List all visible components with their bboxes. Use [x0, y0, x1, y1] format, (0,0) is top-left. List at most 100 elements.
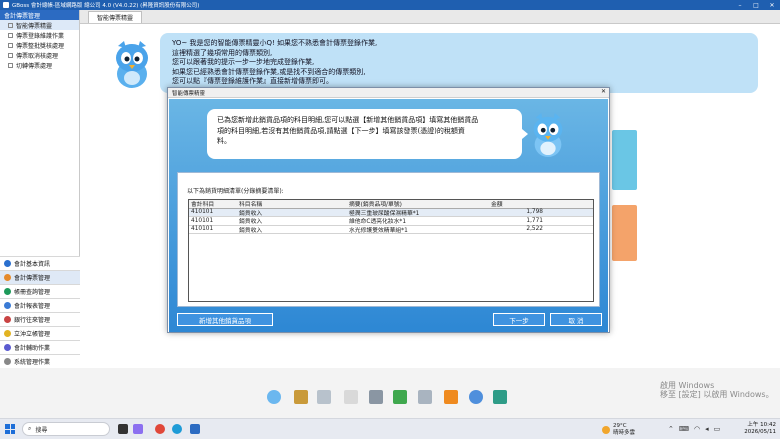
clock-date: 2026/05/11	[744, 429, 776, 435]
cell-code: 410101	[191, 217, 214, 224]
dialog-close-icon[interactable]: ✕	[601, 88, 606, 95]
q-icon[interactable]	[469, 390, 483, 404]
category-basic-info[interactable]: 會計基本資訊	[0, 256, 80, 270]
windows-taskbar: ⌕ 搜尋 29°C 晴時多雲 ⌃ ⌨ ◠ ◂ ▭ 上午 10:42 2026/0…	[0, 418, 780, 439]
system-tray: ⌃ ⌨ ◠ ◂ ▭	[668, 425, 725, 433]
intro-line: 如果您已經熟悉會計傳票登錄作業,或是找不到適合的傳票類別,	[172, 67, 366, 76]
weather-desc: 晴時多雲	[613, 429, 636, 436]
category-label: 會計報表管理	[14, 303, 51, 310]
category-bank[interactable]: 銀行往來管理	[0, 312, 80, 326]
voucher-type-card[interactable]	[612, 205, 637, 261]
wifi-icon[interactable]: ◠	[694, 425, 700, 433]
item-icon	[8, 22, 13, 28]
taskbar-clock[interactable]: 上午 10:42 2026/05/11	[738, 422, 776, 436]
category-offset[interactable]: 立沖立帳管理	[0, 326, 80, 340]
cell-code: 410101	[191, 209, 214, 216]
document-icon[interactable]	[344, 390, 358, 404]
cell-amount: 2,522	[526, 226, 543, 233]
chrome-icon[interactable]	[155, 424, 165, 434]
category-ledger[interactable]: 帳冊查詢管理	[0, 284, 80, 298]
search-placeholder: 搜尋	[35, 426, 48, 434]
keyboard-icon[interactable]: ⌨	[679, 425, 689, 433]
mascot-q-image	[116, 41, 148, 88]
cancel-button[interactable]: 取 消	[550, 313, 602, 326]
next-step-button[interactable]: 下一步	[493, 313, 545, 326]
category-voucher[interactable]: 會計傳票管理	[0, 270, 80, 284]
sidebar-item-cancel-approve[interactable]: 傳票取消核處理	[0, 50, 79, 60]
activate-windows-watermark: 啟用 Windows 移至 [設定] 以啟用 Windows。	[660, 381, 774, 399]
sales-detail-table[interactable]: 會計科目 科目名稱 摘要(銷貨品項/單號) 金額 410101 銷貨收入 極潤三…	[188, 199, 594, 302]
cell-code: 410101	[191, 226, 214, 233]
intro-line: YO~ 我是您的智能傳票精靈小Q! 如果您不熟悉會計傳票登錄作業,	[172, 39, 378, 47]
smart-voucher-dialog: 智能傳票精靈 ✕ 已為您新增此銷貨品項的科目明細,您可以點選【新增其他銷貨品項】…	[167, 87, 610, 333]
gboss-app-icon[interactable]	[190, 424, 200, 434]
sidebar-item-smart-voucher[interactable]: 智能傳票精靈	[0, 20, 79, 30]
clock-time: 上午 10:42	[747, 422, 776, 428]
info-icon	[4, 260, 11, 267]
sidebar-item-label: 切轉傳票處理	[16, 62, 53, 70]
category-reports[interactable]: 會計報表管理	[0, 298, 80, 312]
weather-sun-icon	[602, 425, 610, 434]
exit-icon[interactable]	[493, 390, 507, 404]
cell-summary: 水光修護雙效精華組*1	[349, 227, 408, 234]
chevron-up-icon[interactable]: ⌃	[668, 425, 674, 433]
table-row[interactable]: 410101 銷貨收入 水光修護雙效精華組*1 2,522	[189, 226, 593, 234]
checkbook-icon[interactable]	[317, 390, 331, 404]
volume-icon[interactable]: ◂	[705, 425, 709, 433]
main-tab-bar: 智能傳票精靈	[80, 10, 780, 24]
sales-list-panel: 以下為銷貨明細清單(分錄摘要清單): 會計科目 科目名稱 摘要(銷貨品項/單號)…	[177, 172, 600, 307]
watermark-line: 啟用 Windows	[660, 381, 715, 390]
category-label: 銀行往來管理	[14, 317, 51, 324]
app-title-bar: GBoss 會計總帳-區域網路版 總公司 4.0 (V4.0.22) (昇隆資訊…	[0, 0, 780, 10]
sidebar-item-voucher-entry[interactable]: 傳票登錄維護作業	[0, 30, 79, 40]
report-icon	[4, 302, 11, 309]
category-label: 會計傳票管理	[14, 275, 51, 282]
sidebar-item-label: 傳票取消核處理	[16, 52, 59, 60]
close-icon[interactable]: ✕	[764, 0, 780, 10]
bubble-line: 料。	[217, 137, 231, 145]
cell-amount: 1,771	[526, 217, 543, 224]
sidebar-item-batch-approve[interactable]: 傳票整批獎核處理	[0, 40, 79, 50]
app-title: GBoss 會計總帳-區域網路版 總公司 4.0 (V4.0.22) (昇隆資訊…	[12, 3, 200, 9]
item-icon	[8, 32, 13, 38]
item-icon	[8, 42, 13, 48]
add-sales-item-button[interactable]: 新增其他銷貨品項	[177, 313, 273, 326]
voucher-type-card[interactable]	[612, 130, 637, 190]
mascot-icon[interactable]	[267, 390, 281, 404]
task-view-icon[interactable]	[118, 424, 128, 434]
weather-widget[interactable]: 29°C 晴時多雲	[602, 423, 654, 436]
dialog-title: 智能傳票精靈	[172, 90, 206, 97]
battery-icon[interactable]: ▭	[714, 425, 721, 433]
category-label: 立沖立帳管理	[14, 331, 51, 338]
windows-start-icon[interactable]	[5, 424, 15, 434]
ledger-icon	[4, 288, 11, 295]
category-auxiliary[interactable]: 會計輔助作業	[0, 340, 80, 354]
maximize-icon[interactable]: □	[748, 0, 764, 10]
scale-icon[interactable]	[294, 390, 308, 404]
item-icon	[8, 52, 13, 58]
system-icon	[4, 358, 11, 365]
folder-icon[interactable]	[418, 390, 432, 404]
intro-line: 您可以跟著我的提示一步一步地完成登錄作業,	[172, 58, 315, 66]
search-icon: ⌕	[28, 425, 32, 432]
copilot-icon[interactable]	[133, 424, 143, 434]
watermark-line: 移至 [設定] 以啟用 Windows。	[660, 390, 774, 399]
sidebar-item-transfer[interactable]: 切轉傳票處理	[0, 60, 79, 70]
app-logo-icon	[3, 2, 9, 8]
sidebar: 會計傳票管理 智能傳票精靈 傳票登錄維護作業 傳票整批獎核處理 傳票取消核處理 …	[0, 10, 80, 368]
sidebar-item-label: 傳票登錄維護作業	[16, 32, 65, 40]
minimize-icon[interactable]: –	[732, 0, 748, 10]
column-header: 會計科目	[191, 202, 215, 209]
auxiliary-icon	[4, 344, 11, 351]
cell-amount: 1,798	[526, 209, 543, 216]
category-system[interactable]: 系統管理作業	[0, 354, 80, 368]
help-icon[interactable]	[444, 390, 458, 404]
tab-smart-voucher[interactable]: 智能傳票精靈	[88, 11, 143, 23]
taskbar-search-box[interactable]: ⌕ 搜尋	[22, 422, 110, 436]
edge-icon[interactable]	[172, 424, 182, 434]
sidebar-header[interactable]: 會計傳票管理	[0, 10, 79, 20]
bank-icon[interactable]	[369, 390, 383, 404]
dialog-body: 已為您新增此銷貨品項的科目明細,您可以點選【新增其他銷貨品項】填寫其他銷貨品 項…	[169, 99, 608, 332]
recycle-bin-icon[interactable]	[393, 390, 407, 404]
bubble-line: 已為您新增此銷貨品項的科目明細,您可以點選【新增其他銷貨品項】填寫其他銷貨品	[217, 116, 479, 124]
